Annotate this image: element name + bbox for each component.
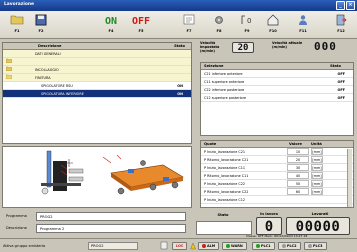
home-icon: [262, 14, 284, 29]
parameter-row[interactable]: P Inizio_lavorazione C22 50 [mm]: [201, 180, 353, 188]
warn-button[interactable]: WARN: [222, 242, 247, 250]
parameter-row[interactable]: P Inizio_lavorazione C12: [201, 196, 353, 204]
list-icon: [178, 14, 200, 29]
sequence-row[interactable]: INCOLLAGGIO: [3, 66, 191, 74]
sequence-row[interactable]: [3, 58, 191, 66]
plc3-indicator-icon: [308, 244, 312, 248]
parameter-row[interactable]: P Ritorno_lavorazione C21 20 [mm]: [201, 156, 353, 164]
sequence-row[interactable]: SPIGOLATORE RSU ON: [3, 82, 191, 90]
speed-actual-label: Velocità attuale (m/min): [272, 41, 303, 49]
selection-panel: Selezione Stato C21 inferiore anteriore O…: [200, 62, 354, 136]
sequence-row-selected[interactable]: SPIGOLATURA INFERIORE ON: [3, 90, 191, 98]
program-area: Programma PROG2 Descrizione Programma 2: [2, 211, 192, 237]
selection-row[interactable]: C11 superiore anteriore OFF: [201, 78, 353, 86]
toolbar-f7-button[interactable]: F7: [178, 12, 200, 38]
toolbar-f4-on-button[interactable]: ON F4: [98, 12, 124, 38]
toolbar-f10-button[interactable]: F10: [262, 12, 284, 38]
sequence-row[interactable]: FINITURA: [3, 74, 191, 82]
machine-diagram: [41, 150, 184, 195]
parameters-panel: Quote Valore Unità P Inizio_lavorazione …: [200, 140, 354, 208]
parameter-row[interactable]: P Ritorno_lavorazione C11 40 [mm]: [201, 172, 353, 180]
person-icon: [292, 14, 314, 29]
side-view-diagram: [41, 150, 84, 195]
in-lavoro-counter: 0: [256, 217, 282, 235]
speed-set-display[interactable]: 20: [232, 42, 254, 53]
status-program: PROG2: [88, 242, 138, 250]
alm-button[interactable]: ALM: [198, 242, 220, 250]
toolbar-f8-button[interactable]: F8: [208, 12, 230, 38]
state-display: [196, 221, 252, 235]
loc-button[interactable]: LOC: [172, 242, 188, 250]
save-icon: [30, 14, 52, 29]
parameter-row[interactable]: P Ritorno_lavorazione C22 60 [mm]: [201, 188, 353, 196]
toolbar-f11-button[interactable]: F11: [292, 12, 314, 38]
settings-icon: [208, 14, 230, 29]
selection-row[interactable]: C12 superiore posteriore OFF: [201, 94, 353, 102]
toolbar-f9-button[interactable]: 0 F9: [236, 12, 258, 38]
folder-icon: [5, 58, 13, 66]
zero-icon: 0: [236, 14, 258, 29]
on-indicator: ON: [104, 16, 118, 27]
plc3-button[interactable]: PLC3: [304, 242, 327, 250]
parameter-row[interactable]: P Inizio_lavorazione C21 10 [mm]: [201, 148, 353, 156]
off-indicator: OFF: [131, 16, 151, 27]
parameter-row[interactable]: P Inizio_lavorazione C11 30 [mm]: [201, 164, 353, 172]
folder-icon: [5, 66, 13, 74]
toolbar-f5-off-button[interactable]: OFF F5: [126, 12, 156, 38]
warn-indicator-icon: [226, 244, 230, 248]
sequence-header: Descrizione Stato: [3, 43, 191, 50]
minimize-icon[interactable]: _: [336, 1, 345, 10]
plc2-indicator-icon: [282, 244, 286, 248]
title-bar: Lavorazione _ ×: [0, 0, 357, 11]
sequence-row[interactable]: DATI GENERALI: [3, 50, 191, 58]
toolbar: F1 F2 ON F4 OFF F5 F7 F8 0 F9 F10 F11 F1…: [0, 11, 357, 39]
status-icon: [160, 241, 168, 250]
panel-3d-diagram: [102, 154, 184, 195]
speed-actual-display: 000: [314, 40, 337, 53]
toolbar-f1-button[interactable]: F1: [6, 12, 28, 38]
lavorati-counter: 00000: [286, 217, 350, 235]
program-field[interactable]: PROG2: [36, 212, 186, 221]
svg-text:0: 0: [247, 17, 251, 25]
plc2-button[interactable]: PLC2: [278, 242, 301, 250]
speed-set-label: Velocità impostata (m/min): [200, 41, 220, 53]
toolbar-f12-button[interactable]: F12: [330, 12, 352, 38]
selection-row[interactable]: C22 inferiore posteriore OFF: [201, 86, 353, 94]
toolbar-f2-button[interactable]: F2: [30, 12, 52, 38]
folder-icon: [6, 14, 28, 29]
window-title: Lavorazione: [4, 2, 34, 7]
plc1-indicator-icon: [256, 244, 260, 248]
close-icon[interactable]: ×: [346, 1, 355, 10]
alarm-indicator-icon: [202, 244, 206, 248]
status-bar: Attiva gruppo smisteria PROG2 LOC ALM WA…: [0, 234, 357, 252]
status-info: Classe: OFF Mark: ON 02/09/03 10:27:18: [246, 234, 308, 238]
window-controls: _ ×: [336, 1, 355, 10]
warning-icon: [190, 242, 196, 250]
exit-icon: [330, 14, 352, 29]
plc1-button[interactable]: PLC1: [252, 242, 275, 250]
machine-body: [53, 161, 67, 191]
parameters-scrollbar[interactable]: [347, 149, 352, 207]
sequence-panel: Descrizione Stato DATI GENERALI INCOLLAG…: [2, 42, 192, 144]
selection-row[interactable]: C21 inferiore anteriore OFF: [201, 70, 353, 78]
description-field[interactable]: Programma 2: [36, 224, 186, 233]
folder-open-icon: [5, 74, 13, 82]
speed-area: Velocità impostata (m/min) 20 Velocità a…: [200, 41, 355, 59]
machine-diagram-panel: [2, 146, 192, 208]
